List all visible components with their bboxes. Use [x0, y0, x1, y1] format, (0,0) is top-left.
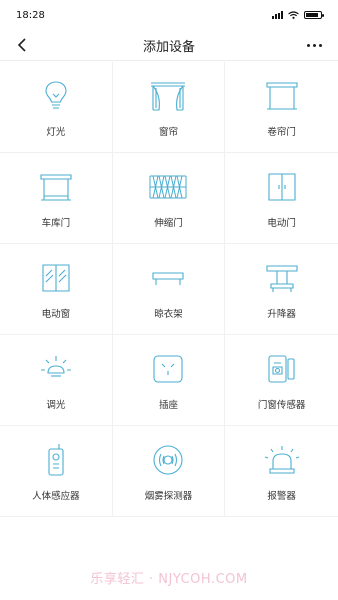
- device-label: 窗帘: [158, 127, 178, 138]
- device-type-grid: 灯光 窗帘 卷帘门 车库门 伸缩门 电动门 电动窗 晾衣架 升降器 调光 插座 …: [0, 62, 338, 517]
- device-label: 门窗传感器: [257, 400, 306, 411]
- device-item-electric-door[interactable]: 电动门: [225, 153, 338, 244]
- device-item-light[interactable]: 灯光: [0, 62, 113, 153]
- more-icon-dot: [318, 43, 322, 47]
- device-label: 伸缩门: [154, 218, 183, 229]
- status-bar: 18:28: [0, 0, 338, 30]
- door-window-sensor-icon: [262, 351, 302, 387]
- smoke-detector-icon: [148, 442, 188, 478]
- back-button[interactable]: [12, 35, 32, 55]
- retractable-gate-icon: [148, 169, 188, 205]
- more-icon-dot: [306, 43, 310, 47]
- device-label: 人体感应器: [32, 491, 80, 502]
- device-label: 烟雾探测器: [144, 491, 193, 502]
- device-item-body-sensor[interactable]: 人体感应器: [0, 426, 113, 517]
- device-label: 升降器: [267, 309, 296, 320]
- electric-door-icon: [262, 169, 302, 205]
- device-label: 车库门: [41, 218, 71, 229]
- device-label: 晾衣架: [154, 309, 183, 320]
- device-label: 电动窗: [41, 309, 71, 320]
- roller-door-icon: [262, 78, 302, 114]
- socket-icon: [148, 351, 188, 387]
- device-item-clothes-rack[interactable]: 晾衣架: [112, 244, 226, 335]
- device-item-electric-window[interactable]: 电动窗: [0, 244, 113, 335]
- device-item-curtain[interactable]: 窗帘: [112, 62, 226, 153]
- device-item-garage-door[interactable]: 车库门: [0, 153, 113, 244]
- body-sensor-icon: [36, 442, 76, 478]
- watermark-text: 乐享轻汇 · NJYCOH.COM: [90, 572, 248, 587]
- dimmer-icon: [36, 351, 76, 387]
- bulb-icon: [36, 78, 76, 114]
- curtain-icon: [148, 78, 188, 114]
- device-item-roller-door[interactable]: 卷帘门: [225, 62, 338, 153]
- battery-icon: [304, 11, 324, 19]
- device-label: 报警器: [267, 491, 296, 502]
- device-item-alarm[interactable]: 报警器: [225, 426, 338, 517]
- device-item-retractable-gate[interactable]: 伸缩门: [112, 153, 226, 244]
- page-title: 添加设备: [142, 39, 195, 55]
- device-item-socket[interactable]: 插座: [112, 335, 226, 426]
- device-label: 卷帘门: [267, 127, 296, 138]
- clothes-rack-icon: [148, 260, 188, 296]
- device-item-door-window-sensor[interactable]: 门窗传感器: [225, 335, 338, 426]
- cellular-signal-icon: [272, 11, 283, 19]
- status-time: 18:28: [16, 9, 45, 21]
- navigation-bar: 添加设备: [0, 30, 338, 61]
- electric-window-icon: [36, 260, 76, 296]
- device-label: 调光: [46, 400, 66, 411]
- device-label: 插座: [158, 400, 178, 411]
- device-item-lifter[interactable]: 升降器: [225, 244, 338, 335]
- chevron-left-icon: [17, 38, 26, 52]
- more-icon-dot: [312, 43, 316, 47]
- status-icons: [272, 11, 324, 19]
- more-options-button[interactable]: [302, 35, 326, 55]
- device-label: 灯光: [46, 127, 66, 138]
- lifter-icon: [262, 260, 302, 296]
- garage-door-icon: [36, 169, 76, 205]
- wifi-icon: [288, 11, 299, 19]
- device-item-dimmer[interactable]: 调光: [0, 335, 113, 426]
- device-item-smoke-detector[interactable]: 烟雾探测器: [112, 426, 226, 517]
- alarm-icon: [262, 442, 302, 478]
- device-label: 电动门: [267, 218, 296, 229]
